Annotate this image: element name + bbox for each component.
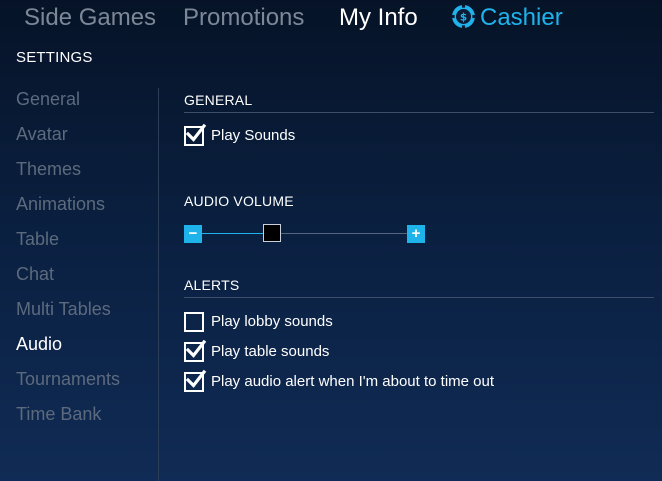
- play-sounds-label: Play Sounds: [211, 127, 296, 144]
- general-section-divider: [184, 112, 654, 113]
- nav-my-info[interactable]: My Info: [339, 3, 418, 33]
- nav-promotions[interactable]: Promotions: [183, 3, 304, 33]
- sidebar-divider: [158, 88, 159, 481]
- alerts-section-divider: [184, 297, 654, 298]
- nav-side-games[interactable]: Side Games: [24, 3, 156, 33]
- checkmark-icon: [185, 123, 207, 142]
- volume-slider-thumb[interactable]: [262, 224, 281, 242]
- lobby-sounds-checkbox[interactable]: [184, 312, 204, 332]
- nav-cashier[interactable]: Cashier: [480, 3, 563, 33]
- poker-chip-icon[interactable]: $: [451, 4, 476, 29]
- table-sounds-checkbox[interactable]: [184, 339, 207, 362]
- volume-track-filled[interactable]: [202, 233, 263, 234]
- top-nav: Side Games Promotions My Info $ Cashier: [0, 0, 662, 36]
- audio-volume-section-title: AUDIO VOLUME: [184, 193, 294, 209]
- checkmark-icon: [185, 369, 207, 388]
- play-sounds-checkbox[interactable]: [184, 123, 207, 146]
- timeout-alert-label: Play audio alert when I'm about to time …: [211, 373, 495, 390]
- sidebar-item-general[interactable]: General: [16, 88, 80, 110]
- volume-track[interactable]: [280, 233, 407, 234]
- plus-icon: +: [411, 225, 421, 242]
- svg-text:$: $: [460, 12, 467, 24]
- alerts-section-title: ALERTS: [184, 277, 240, 293]
- sidebar-item-multi-tables[interactable]: Multi Tables: [16, 298, 111, 320]
- sidebar-item-animations[interactable]: Animations: [16, 193, 105, 215]
- volume-increase-button[interactable]: +: [407, 225, 425, 243]
- settings-heading: SETTINGS: [16, 49, 93, 66]
- general-section-title: GENERAL: [184, 92, 253, 108]
- sidebar-item-chat[interactable]: Chat: [16, 263, 54, 285]
- sidebar-item-tournaments[interactable]: Tournaments: [16, 368, 120, 390]
- volume-decrease-button[interactable]: −: [184, 225, 202, 243]
- sidebar-item-time-bank[interactable]: Time Bank: [16, 403, 101, 425]
- checkmark-icon: [185, 339, 207, 358]
- table-sounds-label: Play table sounds: [211, 343, 330, 360]
- sidebar-item-themes[interactable]: Themes: [16, 158, 81, 180]
- sidebar-item-audio[interactable]: Audio: [16, 333, 62, 355]
- lobby-sounds-label: Play lobby sounds: [211, 313, 333, 330]
- minus-icon: −: [188, 225, 198, 242]
- timeout-alert-checkbox[interactable]: [184, 369, 207, 392]
- sidebar-item-avatar[interactable]: Avatar: [16, 123, 68, 145]
- sidebar-item-table[interactable]: Table: [16, 228, 59, 250]
